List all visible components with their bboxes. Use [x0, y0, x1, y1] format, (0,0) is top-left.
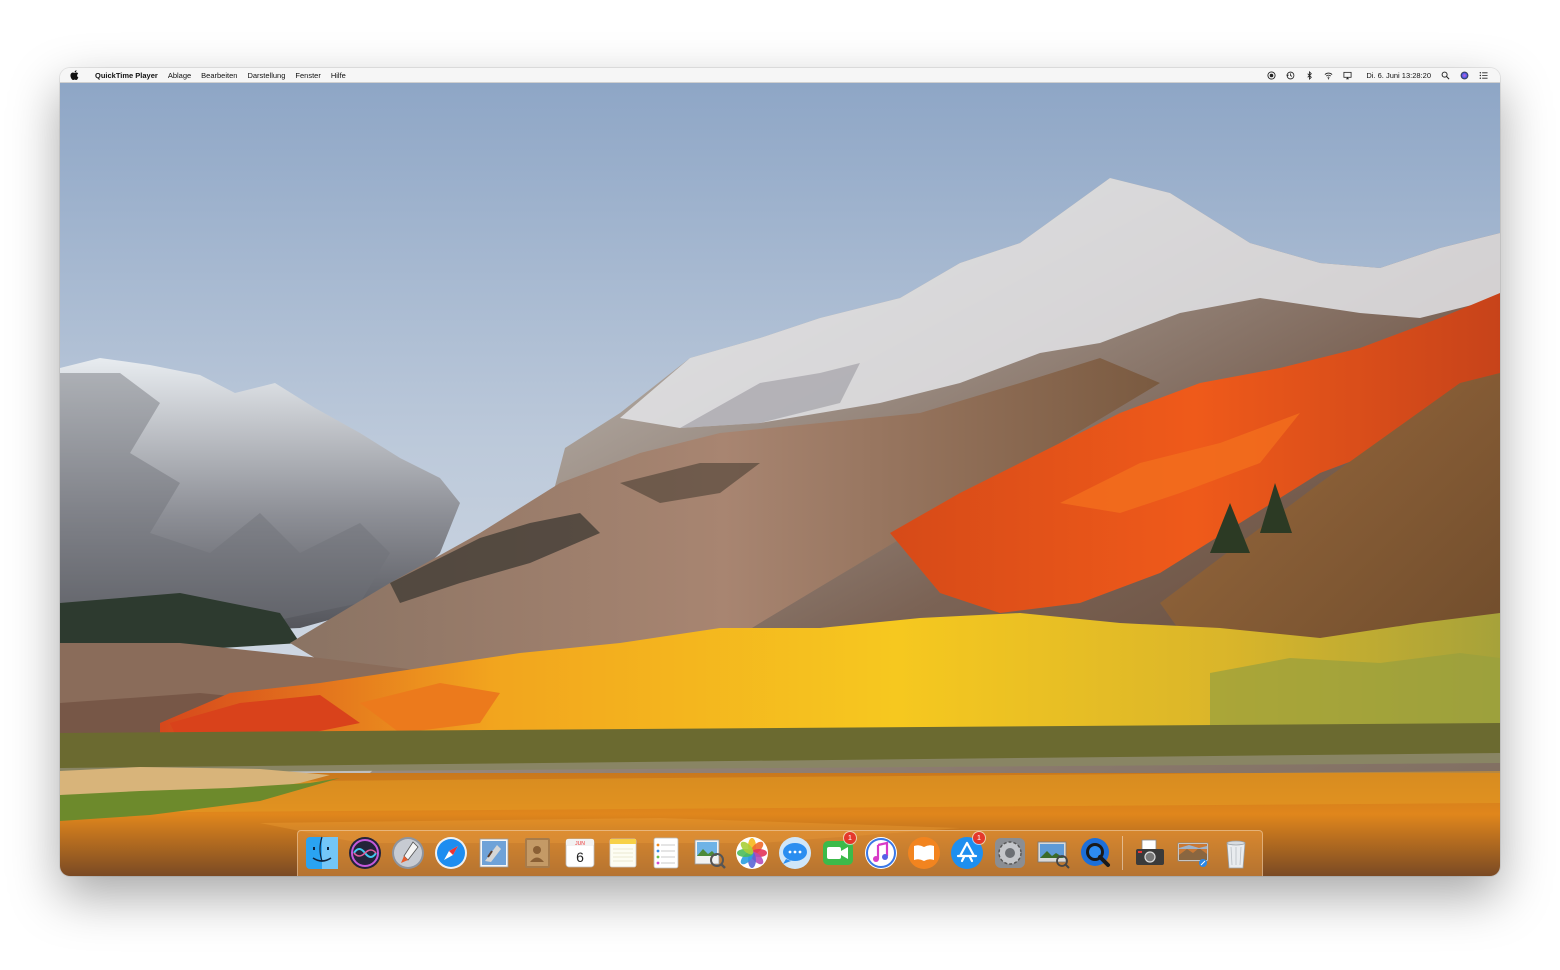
- menu-ablage[interactable]: Ablage: [163, 68, 196, 83]
- bluetooth-icon[interactable]: [1305, 70, 1314, 80]
- dock-item-contacts[interactable]: [519, 835, 555, 871]
- dock-item-system-preferences[interactable]: [992, 835, 1028, 871]
- dock-item-quicktime[interactable]: [1078, 835, 1114, 871]
- mail-icon: [479, 838, 509, 868]
- launchpad-icon: [392, 837, 424, 869]
- system-preferences-icon: [995, 838, 1025, 868]
- preview-icon: [694, 839, 726, 869]
- menu-bar: QuickTime Player Ablage Bearbeiten Darst…: [60, 68, 1500, 83]
- image-capture-icon: [1037, 841, 1070, 869]
- siri-icon[interactable]: [1460, 71, 1469, 80]
- menu-bearbeiten[interactable]: Bearbeiten: [196, 68, 242, 83]
- airplay-icon[interactable]: [1343, 71, 1352, 80]
- finder-icon: [306, 836, 338, 869]
- apple-menu-icon[interactable]: [70, 70, 79, 80]
- notification-center-icon[interactable]: [1479, 71, 1488, 80]
- menu-fenster[interactable]: Fenster: [290, 68, 325, 83]
- reminders-icon: [653, 837, 679, 869]
- quicktime-icon: [1081, 838, 1110, 867]
- facetime-badge: 1: [844, 832, 856, 844]
- wifi-icon[interactable]: [1324, 71, 1333, 80]
- downloads-stack-icon: [1177, 842, 1209, 867]
- desktop-wallpaper: [60, 83, 1500, 876]
- notes-icon: [609, 838, 637, 868]
- siri-icon: [349, 837, 381, 869]
- dock-item-photos[interactable]: [734, 835, 770, 871]
- menu-hilfe[interactable]: Hilfe: [326, 68, 351, 83]
- dock-item-reminders[interactable]: [648, 835, 684, 871]
- menu-app-name[interactable]: QuickTime Player: [90, 68, 163, 83]
- ibooks-icon: [908, 837, 940, 869]
- dock-item-trash[interactable]: [1218, 835, 1254, 871]
- contacts-icon: [525, 838, 550, 868]
- dock-item-itunes[interactable]: [863, 835, 899, 871]
- dock-item-mail[interactable]: [476, 835, 512, 871]
- dock-item-finder[interactable]: [304, 835, 340, 871]
- dock-item-safari[interactable]: [433, 835, 469, 871]
- dock-separator: [1122, 836, 1123, 870]
- dock-item-notes[interactable]: [605, 835, 641, 871]
- dock-item-image-capture[interactable]: [1035, 835, 1071, 871]
- dock-item-preview[interactable]: [691, 835, 727, 871]
- dock-item-siri[interactable]: [347, 835, 383, 871]
- wallpaper-image: [60, 83, 1500, 876]
- dock-item-app-store[interactable]: 1: [949, 832, 985, 871]
- itunes-icon: [865, 837, 897, 869]
- dock-item-launchpad[interactable]: [390, 835, 426, 871]
- calendar-icon: JUN 6: [565, 838, 595, 868]
- dock-item-messages[interactable]: [777, 835, 813, 871]
- photos-icon: [736, 837, 768, 869]
- time-machine-icon[interactable]: [1286, 71, 1295, 80]
- spotlight-icon[interactable]: [1441, 71, 1450, 80]
- desktop-window: QuickTime Player Ablage Bearbeiten Darst…: [60, 68, 1500, 876]
- screenshot-icon: [1136, 839, 1164, 865]
- dock: JUN 6 1 1: [297, 830, 1263, 876]
- trash-icon: [1226, 840, 1246, 869]
- screen-record-icon[interactable]: [1267, 70, 1276, 80]
- calendar-month: JUN: [575, 841, 585, 847]
- menu-bar-clock[interactable]: Di. 6. Juni 13:28:20: [1366, 71, 1431, 80]
- dock-item-ibooks[interactable]: [906, 835, 942, 871]
- messages-icon: [779, 837, 811, 869]
- dock-item-facetime[interactable]: 1: [820, 832, 856, 871]
- menu-darstellung[interactable]: Darstellung: [242, 68, 290, 83]
- safari-icon: [435, 837, 467, 869]
- app-store-badge: 1: [973, 832, 985, 844]
- dock-item-screenshot[interactable]: [1132, 835, 1168, 871]
- dock-item-downloads[interactable]: [1175, 835, 1211, 871]
- calendar-day: 6: [576, 849, 584, 865]
- dock-item-calendar[interactable]: JUN 6: [562, 835, 598, 871]
